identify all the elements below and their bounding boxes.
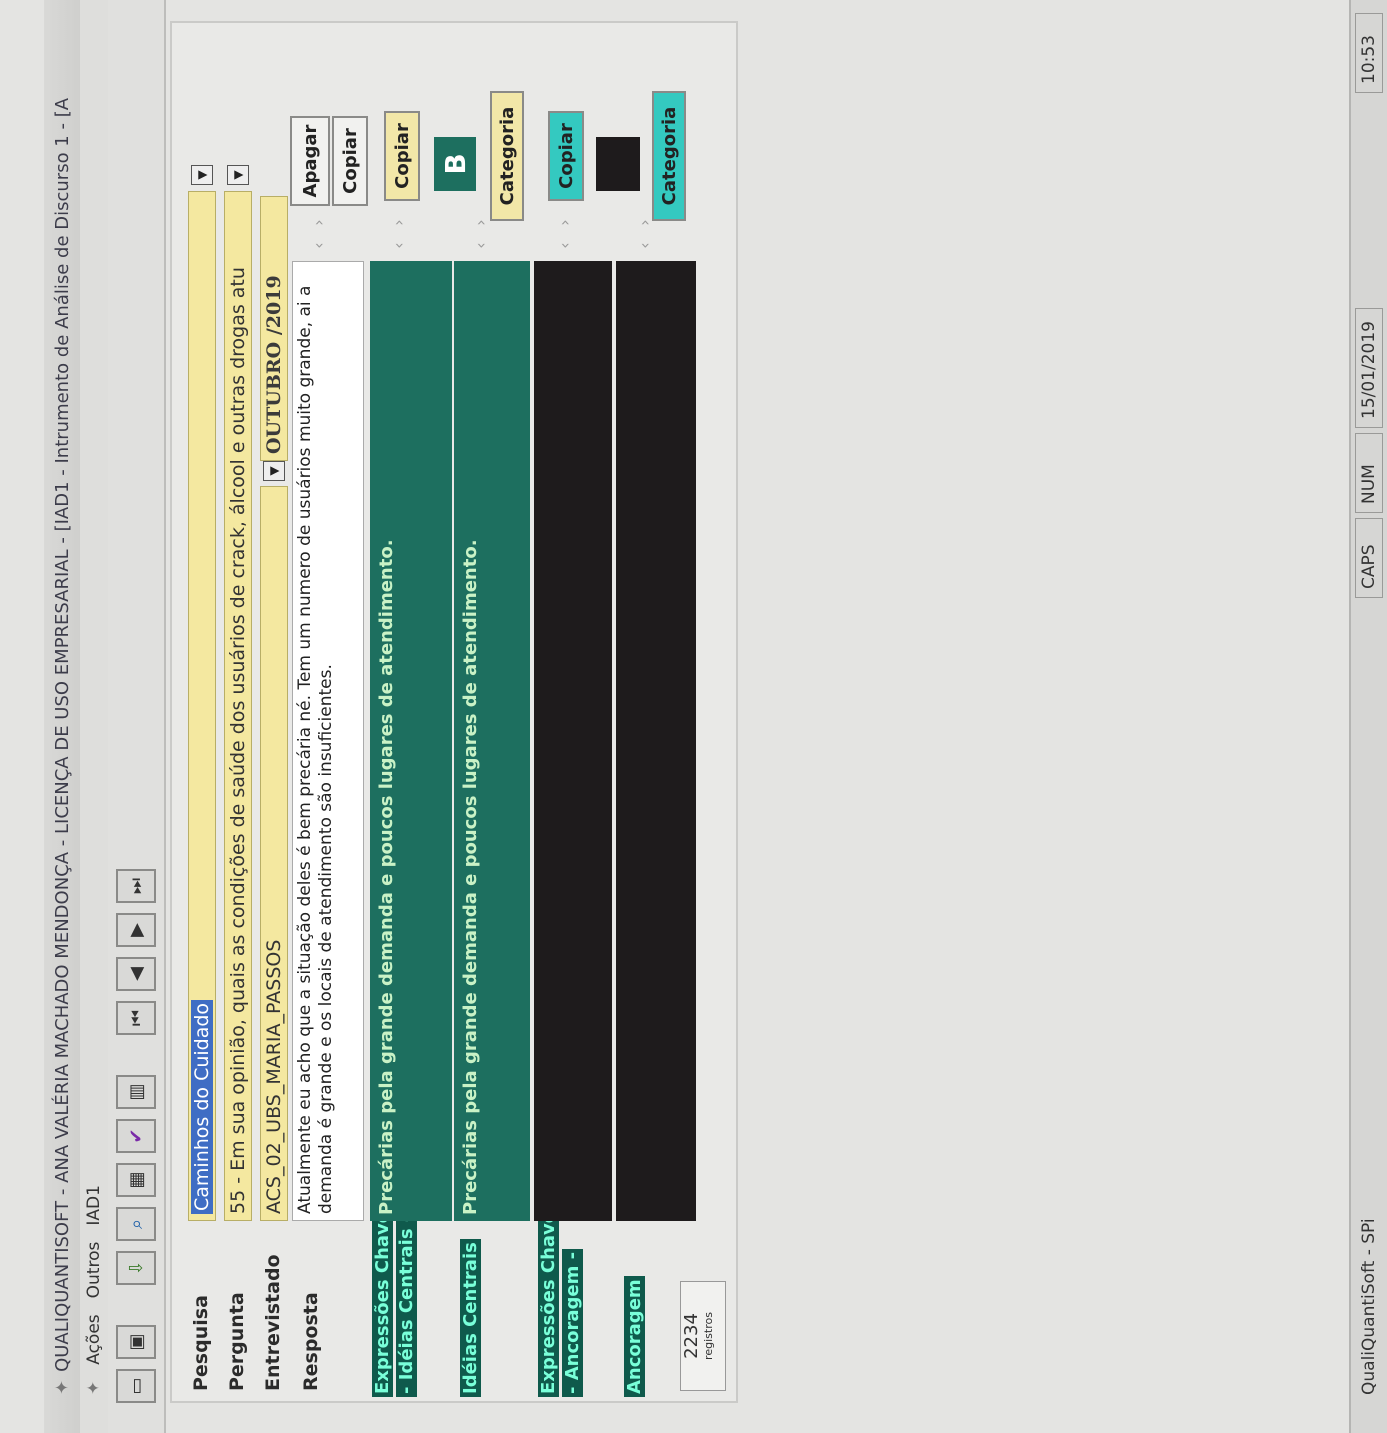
status-app: QualiQuantiSoft - SPi — [1359, 1218, 1379, 1395]
app-window: ✦ QUALIQUANTISOFT - ANA VALÉRIA MACHADO … — [0, 0, 1387, 1433]
menu-bar: ✦ Ações Outros IAD1 — [80, 0, 108, 1433]
entrevistado-field[interactable]: ACS_02_UBS_MARIA_PASSOS — [260, 486, 288, 1221]
ic-label: Idéias Centrais — [460, 1239, 481, 1397]
menu-outros[interactable]: Outros — [84, 1242, 104, 1299]
status-date: 15/01/2019 — [1355, 308, 1383, 428]
categoria-anc-button[interactable]: Categoria — [652, 91, 686, 221]
ec-scroll[interactable]: ‹ › — [384, 211, 412, 257]
ec-label: Expressões Chave — [372, 1208, 393, 1397]
prev-record-icon[interactable]: ◀ — [116, 957, 156, 991]
anc-label: Ancoragem — [624, 1276, 645, 1397]
next-record-icon[interactable]: ▶ — [116, 913, 156, 947]
month-field: OUTUBRO /2019 — [260, 196, 288, 461]
menu-iad1[interactable]: IAD1 — [84, 1185, 104, 1226]
records-count: 2234 — [681, 1313, 702, 1359]
records-counter: 2234 registros — [680, 1281, 726, 1391]
anc-textbox[interactable] — [616, 261, 696, 1221]
title-bar: ✦ QUALIQUANTISOFT - ANA VALÉRIA MACHADO … — [44, 0, 80, 1433]
copiar-button[interactable]: Copiar — [332, 116, 368, 206]
import-icon[interactable]: ⇩ — [116, 1251, 156, 1285]
menu-acoes[interactable]: Ações — [84, 1314, 104, 1364]
entrevistado-label: Entrevistado — [262, 1254, 284, 1391]
scroll-right-icon: › — [308, 219, 328, 226]
apagar-button[interactable]: Apagar — [290, 116, 330, 206]
last-record-icon[interactable]: ⏭ — [116, 869, 156, 903]
spellcheck-icon[interactable]: ✔ — [116, 1119, 156, 1153]
form-panel: Pesquisa Caminhos do Cuidado ▼ Pergunta … — [170, 21, 738, 1403]
category-letter-box: B — [434, 137, 476, 191]
pergunta-field[interactable]: 55 - Em sua opinião, quais as condições … — [224, 191, 252, 1221]
status-time: 10:53 — [1355, 13, 1383, 93]
copiar-ic-button[interactable]: Copiar — [384, 111, 420, 201]
entrevistado-dropdown-icon[interactable]: ▼ — [263, 461, 285, 481]
pesquisa-dropdown-icon[interactable]: ▼ — [191, 165, 213, 185]
new-icon[interactable]: ▭ — [116, 1369, 156, 1403]
pergunta-label: Pergunta — [226, 1292, 248, 1391]
toolbar: ▭ ▣ ⇩ ⌕ ▦ ✔ ▥ ⏮ ◀ ▶ ⏭ — [108, 0, 166, 1433]
scroll-left-icon: ‹ — [308, 242, 328, 249]
search-icon[interactable]: ⌕ — [116, 1207, 156, 1241]
copiar-anc-button[interactable]: Copiar — [548, 111, 584, 201]
ic-sub-label: - Idéias Centrais - — [396, 1211, 417, 1397]
anc-sub-label: - Ancoragem - — [562, 1248, 583, 1397]
records-label: registros — [702, 1312, 715, 1360]
app-icon: ✦ — [51, 1379, 73, 1395]
pesquisa-label: Pesquisa — [190, 1295, 212, 1391]
grid-icon[interactable]: ▦ — [116, 1163, 156, 1197]
eca-textbox[interactable] — [534, 261, 612, 1221]
ec-textbox[interactable]: Precárias pela grande demanda e poucos l… — [370, 261, 452, 1221]
status-num: NUM — [1355, 433, 1383, 513]
resposta-text[interactable]: Atualmente eu acho que a situação deles … — [292, 261, 364, 1221]
status-bar: QualiQuantiSoft - SPi CAPS NUM 15/01/201… — [1349, 0, 1387, 1433]
resposta-label: Resposta — [300, 1292, 322, 1391]
first-record-icon[interactable]: ⏮ — [116, 1001, 156, 1035]
eca-scroll[interactable]: ‹ › — [550, 211, 578, 257]
eca-label: Expressões Chave — [538, 1208, 559, 1397]
window-title: QUALIQUANTISOFT - ANA VALÉRIA MACHADO ME… — [51, 97, 73, 1372]
pesquisa-field[interactable]: Caminhos do Cuidado — [188, 191, 216, 1221]
delete-icon[interactable]: ▥ — [116, 1075, 156, 1109]
status-caps: CAPS — [1355, 518, 1383, 598]
anc-category-box — [596, 137, 640, 191]
menu-app-icon: ✦ — [84, 1380, 104, 1395]
pesquisa-value: Caminhos do Cuidado — [191, 999, 213, 1214]
pergunta-dropdown-icon[interactable]: ▼ — [227, 165, 249, 185]
ic-textbox[interactable]: Precárias pela grande demanda e poucos l… — [454, 261, 530, 1221]
resposta-scroll[interactable]: ‹ › — [304, 211, 332, 257]
save-icon[interactable]: ▣ — [116, 1325, 156, 1359]
categoria-button[interactable]: Categoria — [490, 91, 524, 221]
